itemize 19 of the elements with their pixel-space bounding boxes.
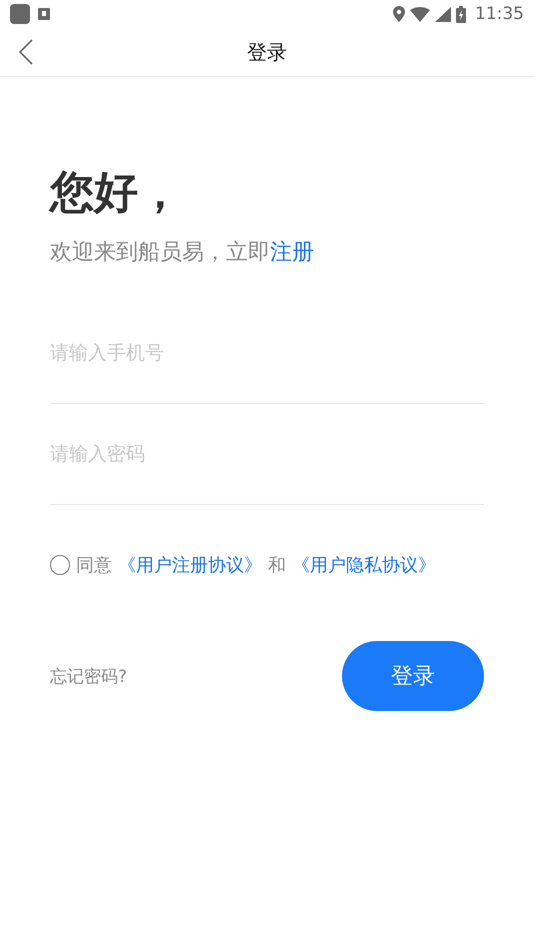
page-title: 登录 [247, 38, 287, 66]
terms-link[interactable]: 《用户注册协议》 [118, 553, 262, 577]
agree-checkbox[interactable] [50, 555, 70, 575]
welcome-text: 欢迎来到船员易，立即 [50, 239, 270, 267]
app-icon [10, 4, 30, 24]
forgot-password-link[interactable]: 忘记密码? [50, 664, 128, 688]
and-text: 和 [268, 554, 286, 577]
clock-time: 11:35 [475, 4, 524, 24]
privacy-link[interactable]: 《用户隐私协议》 [292, 553, 436, 577]
keyboard-icon [38, 8, 50, 20]
register-link[interactable]: 注册 [270, 237, 314, 267]
agree-text: 同意 [76, 554, 112, 577]
back-icon[interactable] [19, 39, 33, 65]
wifi-icon [410, 6, 430, 22]
login-button[interactable]: 登录 [342, 641, 484, 711]
battery-icon [456, 6, 466, 22]
location-icon [393, 6, 405, 22]
greeting-title: 您好， [50, 166, 183, 220]
signal-icon [435, 6, 451, 22]
